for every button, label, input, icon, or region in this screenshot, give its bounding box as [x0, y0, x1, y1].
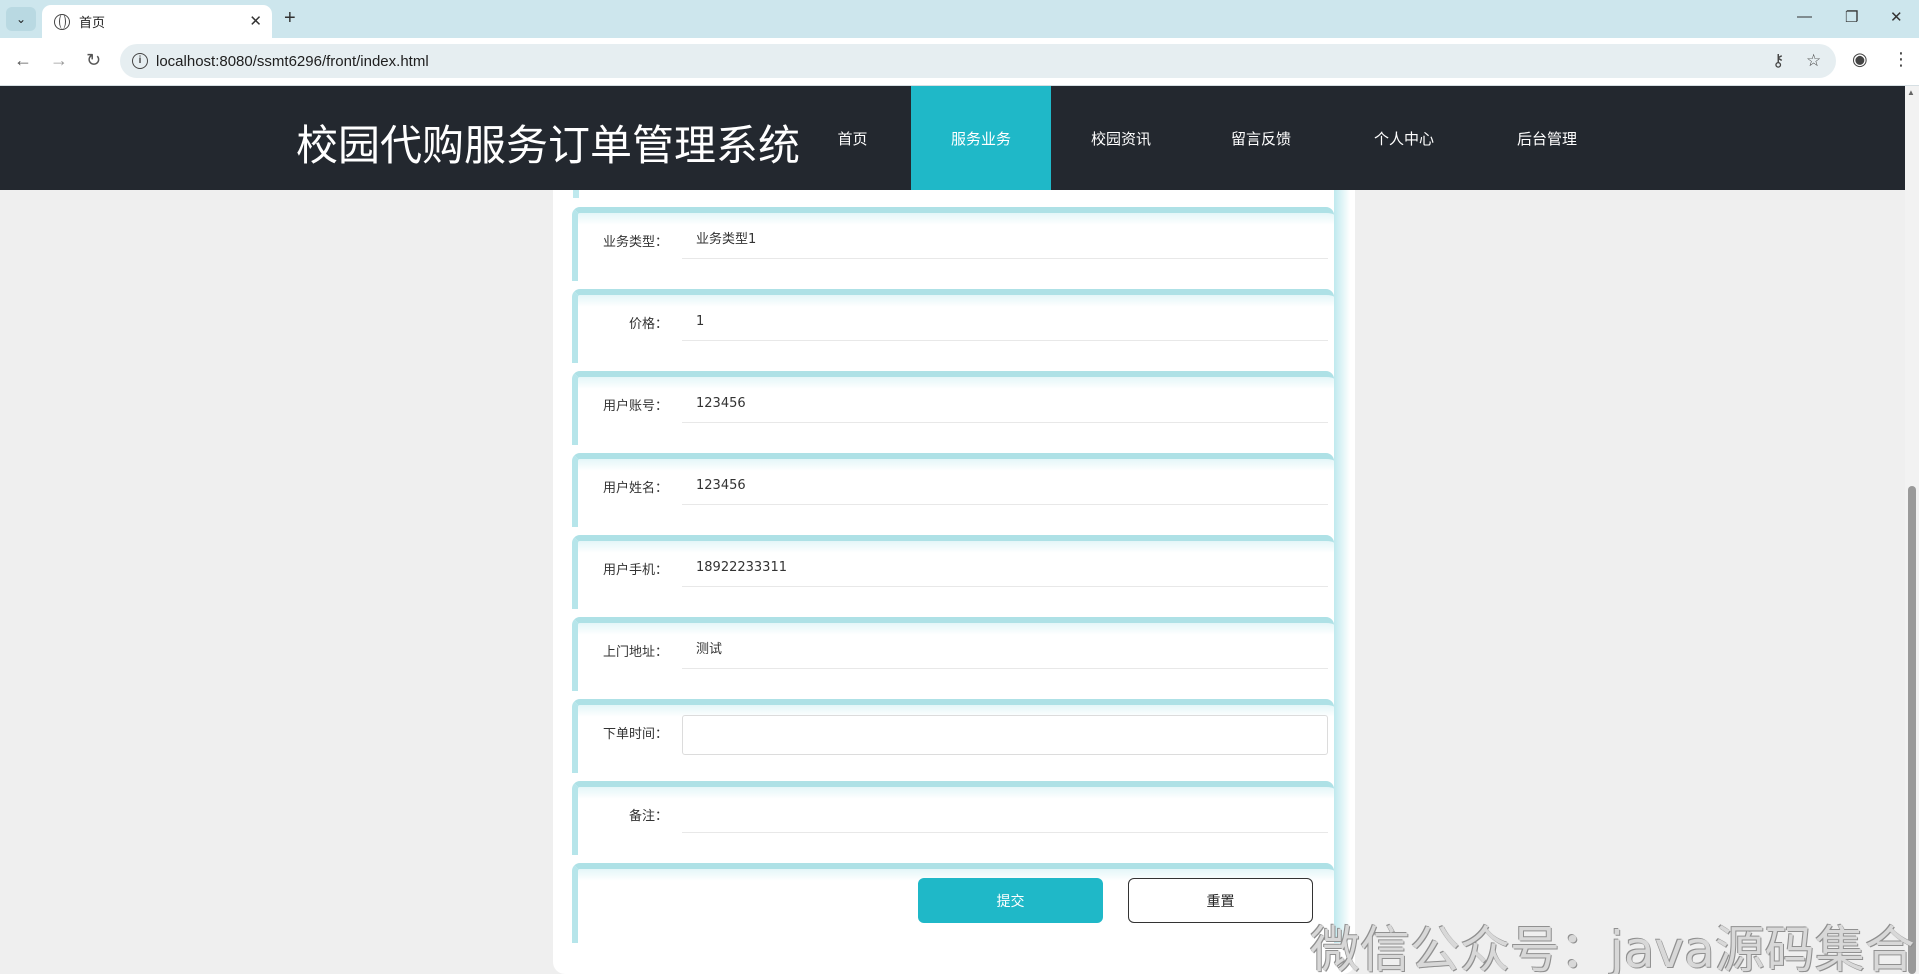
back-icon[interactable]: ← [14, 50, 32, 71]
field-label: 业务类型： [602, 235, 668, 250]
field-label: 价格： [628, 317, 668, 332]
profile-icon[interactable]: ◉ [1852, 49, 1868, 70]
field-label: 用户姓名： [602, 481, 668, 496]
field-label: 用户手机： [602, 563, 668, 578]
url-text: localhost:8080/ssmt6296/front/index.html [156, 52, 429, 70]
service-type-field[interactable]: 业务类型1 [682, 225, 1328, 259]
remarks-input[interactable] [682, 799, 1328, 833]
nav-personal-center[interactable]: 个人中心 [1334, 86, 1474, 190]
panel-shadow [1334, 190, 1350, 943]
browser-address-bar: ← → ↻ i localhost:8080/ssmt6296/front/in… [0, 38, 1919, 86]
address-field[interactable]: 测试 [682, 635, 1328, 669]
user-account-field[interactable]: 123456 [682, 389, 1328, 423]
site-header: 校园代购服务订单管理系统 首页 服务业务 校园资讯 留言反馈 个人中心 后台管理 [0, 86, 1905, 190]
globe-icon [54, 13, 70, 30]
scroll-up-icon[interactable]: ▲ [1907, 88, 1915, 97]
price-field[interactable]: 1 [682, 307, 1328, 341]
form-row-remarks: 备注： [572, 781, 1334, 855]
browser-tab-bar: ⌄ 首页 ✕ + — ❐ ✕ [0, 0, 1919, 38]
nav-home[interactable]: 首页 [805, 86, 900, 190]
field-label: 备注： [628, 809, 668, 824]
forward-icon[interactable]: → [50, 50, 68, 71]
form-row-price: 价格： 1 [572, 289, 1334, 363]
site-title: 校园代购服务订单管理系统 [296, 121, 801, 170]
tab-title: 首页 [79, 15, 106, 30]
menu-icon[interactable]: ⋮ [1892, 49, 1910, 70]
field-label: 上门地址： [602, 645, 668, 660]
form-row-edge [573, 190, 1333, 198]
password-key-icon[interactable]: ⚷ [1772, 51, 1784, 71]
field-label: 用户账号： [602, 399, 668, 414]
nav-feedback[interactable]: 留言反馈 [1191, 86, 1331, 190]
form-row-service-type: 业务类型： 业务类型1 [572, 207, 1334, 281]
scrollbar-thumb[interactable] [1908, 486, 1916, 974]
user-phone-field[interactable]: 18922233311 [682, 553, 1328, 587]
new-tab-icon[interactable]: + [284, 7, 296, 30]
user-name-field[interactable]: 123456 [682, 471, 1328, 505]
nav-campus-news[interactable]: 校园资讯 [1051, 86, 1191, 190]
site-info-icon[interactable]: i [132, 53, 148, 69]
form-actions: 提交 重置 [572, 863, 1334, 943]
form-row-address: 上门地址： 测试 [572, 617, 1334, 691]
form-row-order-time: 下单时间： [572, 699, 1334, 773]
tab-search-icon[interactable]: ⌄ [6, 7, 36, 31]
restore-icon[interactable]: ❐ [1845, 8, 1858, 26]
watermark-text: 微信公众号：java源码集合 [1310, 921, 1915, 974]
url-bar[interactable]: i localhost:8080/ssmt6296/front/index.ht… [120, 44, 1836, 78]
reload-icon[interactable]: ↻ [86, 50, 101, 71]
field-label: 下单时间： [602, 727, 668, 742]
submit-button[interactable]: 提交 [918, 878, 1103, 923]
form-row-user-name: 用户姓名： 123456 [572, 453, 1334, 527]
bookmark-star-icon[interactable]: ☆ [1806, 51, 1821, 71]
window-close-icon[interactable]: ✕ [1890, 8, 1903, 26]
form-row-user-phone: 用户手机： 18922233311 [572, 535, 1334, 609]
browser-tab[interactable]: 首页 ✕ [42, 5, 272, 38]
order-time-input[interactable] [682, 715, 1328, 755]
close-icon[interactable]: ✕ [249, 12, 262, 30]
reset-button[interactable]: 重置 [1128, 878, 1313, 923]
nav-services[interactable]: 服务业务 [911, 86, 1051, 190]
nav-admin[interactable]: 后台管理 [1477, 86, 1617, 190]
form-row-user-account: 用户账号： 123456 [572, 371, 1334, 445]
minimize-icon[interactable]: — [1797, 8, 1812, 25]
